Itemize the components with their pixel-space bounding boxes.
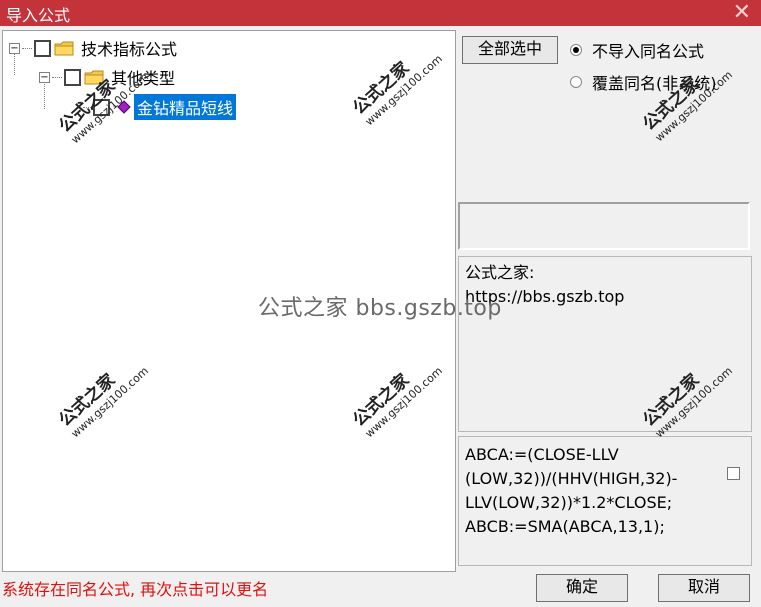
options-panel: 全部选中 不导入同名公式 覆盖同名(非系统) 公式之家: https://bbs… [458,30,758,570]
name-field[interactable] [458,202,750,250]
root-checkbox[interactable] [34,39,51,57]
code-checkbox[interactable] [727,467,740,480]
status-message: 系统存在同名公式, 再次点击可以更名 [2,580,269,599]
folder-icon [54,41,74,55]
tree-node-root[interactable]: − 技术指标公式 [9,37,180,59]
select-all-button[interactable]: 全部选中 [462,36,558,64]
radio-dot[interactable] [570,76,582,88]
tree-node-label-selected: 金钻精品短线 [134,94,237,120]
info-panel: 公式之家: https://bbs.gszb.top [458,256,752,432]
collapse-icon[interactable]: − [39,71,50,83]
info-line-1: 公式之家: [465,263,535,282]
radio-dot-checked[interactable] [570,44,582,56]
radio-no-import-same[interactable]: 不导入同名公式 [570,38,704,62]
ok-button[interactable]: 确定 [536,574,628,602]
formula-code: ABCA:=(CLOSE-LLV (LOW,32))/(HHV(HIGH,32)… [465,445,678,536]
window-title: 导入公式 [6,6,71,25]
cancel-button[interactable]: 取消 [658,574,750,602]
watermark-center: 公式之家 bbs.gszb.top [258,296,502,321]
code-panel: ABCA:=(CLOSE-LLV (LOW,32))/(HHV(HIGH,32)… [458,436,752,566]
collapse-icon[interactable]: − [9,42,20,54]
child-checkbox[interactable] [64,68,81,86]
close-icon[interactable]: ✕ [733,0,751,26]
title-bar: 导入公式 ✕ [0,0,761,26]
